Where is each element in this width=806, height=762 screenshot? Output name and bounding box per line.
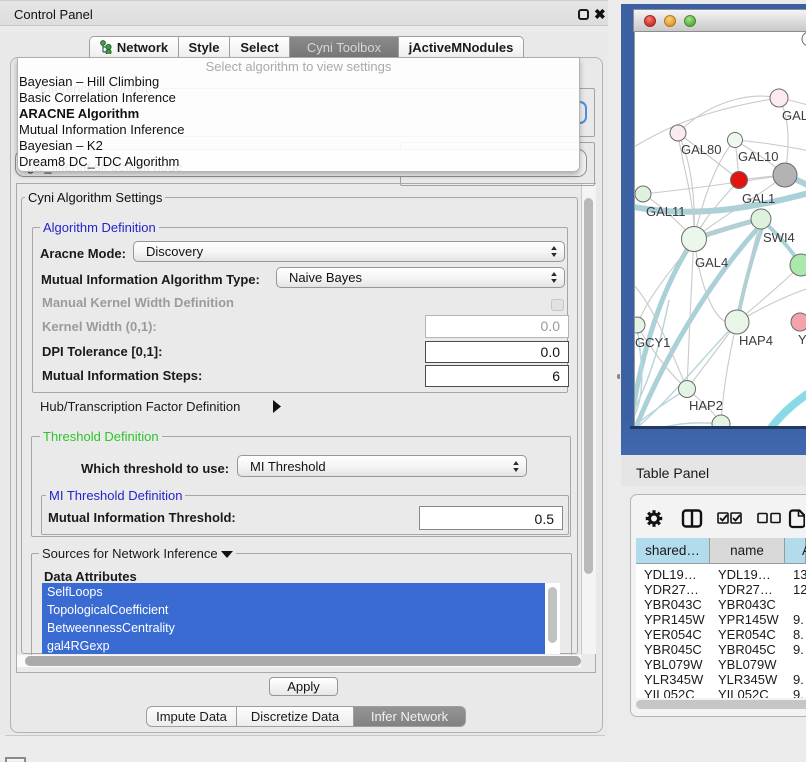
svg-text:GAL10: GAL10 (738, 149, 778, 164)
svg-text:GCY1: GCY1 (635, 335, 670, 350)
svg-text:GAL2: GAL2 (782, 108, 806, 123)
svg-text:GAL80: GAL80 (681, 142, 721, 157)
svg-text:SWI4: SWI4 (763, 230, 795, 245)
svg-text:YJ: YJ (798, 332, 806, 347)
svg-text:HAP4: HAP4 (739, 333, 773, 348)
svg-text:GAL4: GAL4 (695, 255, 728, 270)
svg-text:GAL11: GAL11 (646, 204, 686, 219)
svg-text:GAL1: GAL1 (742, 191, 775, 206)
svg-text:HAP2: HAP2 (689, 398, 723, 413)
